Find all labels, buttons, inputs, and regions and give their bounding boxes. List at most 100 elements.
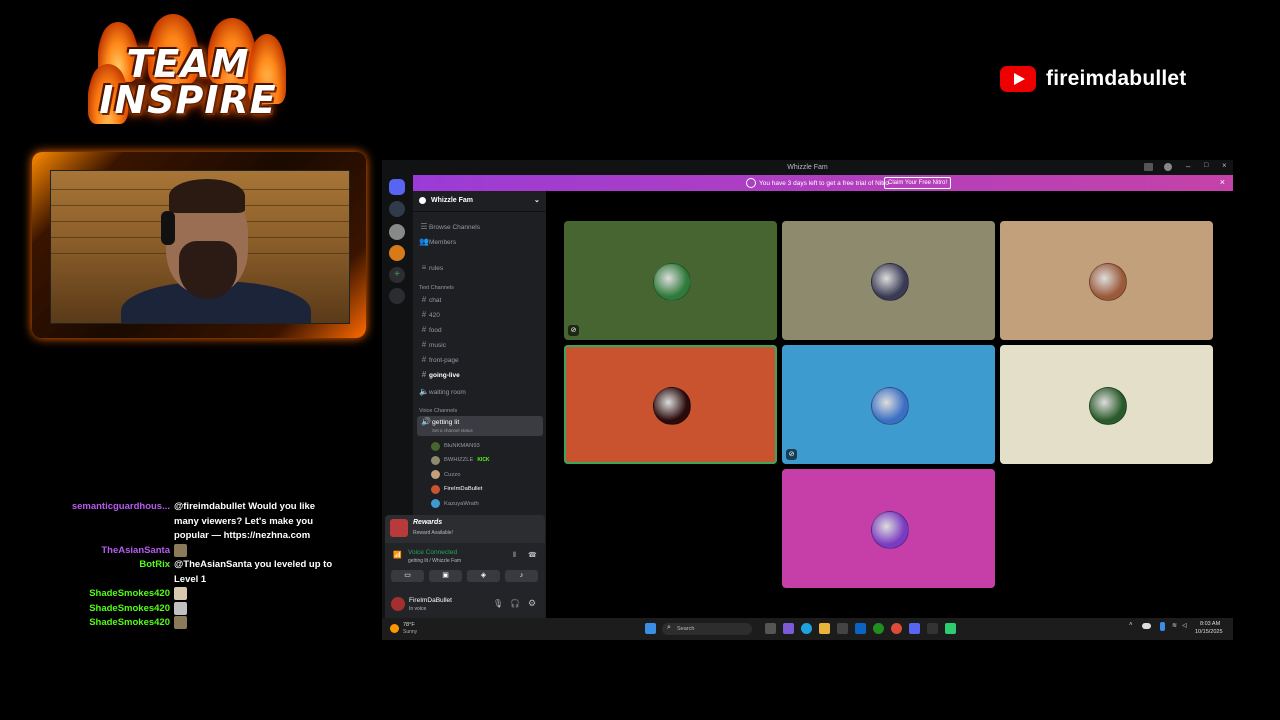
text-channel-label: going-live bbox=[429, 372, 460, 379]
participant-tile[interactable] bbox=[782, 469, 995, 588]
discord-taskbar-icon[interactable] bbox=[909, 623, 920, 634]
text-channel-chat[interactable]: # chat bbox=[419, 294, 442, 306]
server-icon-3[interactable] bbox=[389, 245, 405, 261]
chat-username[interactable]: ShadeSmokes420 bbox=[40, 616, 170, 631]
emote-icon bbox=[174, 543, 187, 557]
task-view-icon[interactable] bbox=[765, 623, 776, 634]
chat-username[interactable]: TheAsianSanta bbox=[40, 544, 170, 559]
chat-username[interactable]: BotRix bbox=[40, 558, 170, 587]
edge-icon[interactable] bbox=[801, 623, 812, 634]
help-icon[interactable] bbox=[1164, 163, 1172, 171]
file-explorer-icon[interactable] bbox=[819, 623, 830, 634]
hash-icon: # bbox=[421, 295, 427, 304]
camera-button[interactable]: ▭ bbox=[391, 570, 424, 582]
user-panel: FireImDaBullet In voice 🎙 🎧 ⚙ bbox=[385, 590, 545, 618]
weather-sun-icon[interactable] bbox=[390, 624, 399, 633]
clock-time[interactable]: 8:03 AM bbox=[1200, 621, 1220, 627]
participant-tile[interactable]: ⊘ bbox=[782, 345, 995, 464]
volume-icon[interactable]: ◁ bbox=[1182, 622, 1187, 629]
server-header[interactable]: Whizzle Fam ⌄ bbox=[413, 191, 546, 212]
participant-tile[interactable] bbox=[1000, 221, 1213, 340]
chat-text: @TheAsianSanta you leveled up to Level 1 bbox=[174, 559, 333, 585]
chevron-down-icon[interactable]: ⌄ bbox=[534, 196, 540, 204]
text-channels-category[interactable]: Text Channels bbox=[419, 285, 454, 291]
avatar bbox=[431, 499, 440, 509]
voice-user[interactable]: BluNKMAN93 bbox=[431, 440, 480, 452]
soundboard-button[interactable]: ♪ bbox=[505, 570, 538, 582]
onedrive-icon[interactable] bbox=[1142, 623, 1151, 629]
hash-icon: # bbox=[421, 355, 427, 364]
clock-date[interactable]: 10/15/2025 bbox=[1195, 629, 1223, 635]
text-channel-front-page[interactable]: # front-page bbox=[419, 354, 459, 366]
headphones-icon[interactable]: 🎧 bbox=[510, 599, 520, 608]
reward-card[interactable]: Rewards Reward Available! bbox=[385, 515, 545, 543]
copilot-icon[interactable] bbox=[783, 623, 794, 634]
chat-message: ShadeSmokes420 bbox=[40, 601, 340, 617]
browse-channels[interactable]: ☰Browse Channels bbox=[419, 221, 480, 233]
participant-tile[interactable] bbox=[564, 345, 777, 464]
voice-channel-getting-lit[interactable]: 🔊 getting lit Set a channel status bbox=[417, 416, 543, 436]
taskbar-search-box[interactable]: ⌕ Search bbox=[662, 623, 752, 635]
screenshare-button[interactable]: ▣ bbox=[429, 570, 462, 582]
nitro-banner: You have 3 days left to get a free trial… bbox=[413, 175, 1233, 191]
text-channel-label: 420 bbox=[429, 312, 440, 319]
voice-user[interactable]: KazuyaWrath bbox=[431, 498, 479, 510]
voice-user[interactable]: BWHIZZLE KICK bbox=[431, 454, 490, 466]
outlook-icon[interactable] bbox=[855, 623, 866, 634]
text-channel-going-live[interactable]: # going-live bbox=[419, 369, 460, 381]
server-icon-2[interactable] bbox=[389, 224, 405, 240]
text-channel-label: food bbox=[429, 327, 442, 334]
text-channel-420[interactable]: #420 bbox=[419, 309, 440, 321]
stream-chat: semanticguardhous... @fireimdabullet Woul… bbox=[40, 500, 340, 631]
xbox-icon[interactable] bbox=[873, 623, 884, 634]
voice-channels-category[interactable]: Voice Channels bbox=[419, 408, 457, 414]
app-icon[interactable] bbox=[927, 623, 938, 634]
window-titlebar[interactable]: Whizzle Fam – □ × bbox=[382, 160, 1233, 175]
voice-channel-status[interactable]: Set a channel status bbox=[432, 428, 473, 433]
participant-tile[interactable]: ⊘ bbox=[564, 221, 777, 340]
discord-home-icon[interactable] bbox=[389, 179, 405, 195]
voice-user[interactable]: FireImDaBullet bbox=[431, 483, 482, 495]
participant-tile[interactable] bbox=[782, 221, 995, 340]
user-name: FireImDaBullet bbox=[409, 597, 452, 604]
noise-suppression-icon[interactable]: ⫴ bbox=[513, 552, 516, 560]
members-link[interactable]: 👥Members bbox=[419, 236, 456, 248]
text-channel-food[interactable]: # food bbox=[419, 324, 442, 336]
avatar[interactable] bbox=[391, 597, 405, 611]
store-icon[interactable] bbox=[837, 623, 848, 634]
add-server-icon[interactable]: + bbox=[389, 267, 405, 283]
channel-rules[interactable]: ≡ rules bbox=[419, 262, 443, 274]
server-icon-1[interactable] bbox=[389, 201, 405, 217]
voice-stage-grid: ⊘ ⊘ bbox=[546, 191, 1233, 618]
chat-username[interactable]: ShadeSmokes420 bbox=[40, 587, 170, 602]
tray-chevron-icon[interactable]: ˄ bbox=[1129, 622, 1133, 628]
mic-tray-icon[interactable] bbox=[1160, 622, 1165, 631]
wifi-icon[interactable]: ≋ bbox=[1172, 622, 1177, 629]
disconnect-icon[interactable]: ☎ bbox=[528, 551, 537, 559]
gear-icon[interactable]: ⚙ bbox=[528, 598, 536, 609]
discover-icon[interactable] bbox=[389, 288, 405, 304]
avatar bbox=[431, 441, 440, 451]
reward-logo: Rewards bbox=[413, 519, 443, 526]
app-icon-2[interactable] bbox=[945, 623, 956, 634]
banner-close-icon[interactable]: × bbox=[1220, 177, 1225, 187]
participant-tile[interactable] bbox=[1000, 345, 1213, 464]
windows-start-icon[interactable] bbox=[645, 623, 656, 634]
chrome-icon[interactable] bbox=[891, 623, 902, 634]
text-channel-music[interactable]: # music bbox=[419, 339, 446, 351]
chat-username[interactable]: semanticguardhous... bbox=[40, 500, 170, 544]
chat-username[interactable]: ShadeSmokes420 bbox=[40, 602, 170, 617]
voice-user[interactable]: Cuzzo bbox=[431, 469, 460, 481]
channel-waiting-room[interactable]: 🔈waiting room bbox=[419, 386, 466, 398]
inbox-icon[interactable] bbox=[1144, 163, 1153, 171]
weather-temp[interactable]: 78°F bbox=[403, 622, 415, 628]
voice-channel-name: getting lit bbox=[432, 419, 460, 426]
maximize-icon[interactable]: □ bbox=[1204, 162, 1208, 169]
claim-nitro-button[interactable]: Claim Your Free Nitro! bbox=[884, 177, 952, 189]
microphone-icon[interactable]: 🎙 bbox=[493, 599, 503, 608]
close-icon[interactable]: × bbox=[1222, 161, 1227, 170]
activity-button[interactable]: ◈ bbox=[467, 570, 500, 582]
discord-window[interactable]: Whizzle Fam – □ × You have 3 days left t… bbox=[382, 160, 1233, 640]
minimize-icon[interactable]: – bbox=[1186, 162, 1190, 171]
voice-location[interactable]: getting lit / Whizzle Fam bbox=[408, 558, 461, 564]
